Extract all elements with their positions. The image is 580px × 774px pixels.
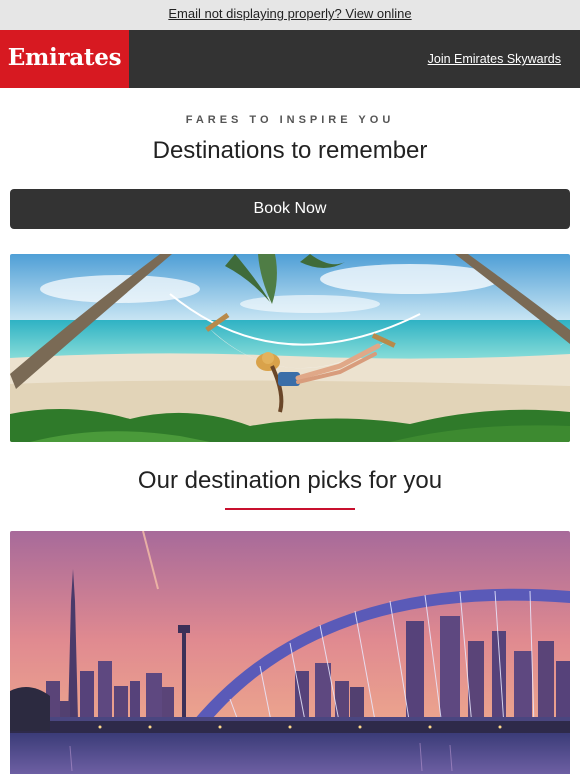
- header-bar: Emirates Join Emirates Skywards: [0, 30, 580, 88]
- page-title: Destinations to remember: [152, 137, 428, 164]
- view-online-link[interactable]: Email not displaying properly? View onli…: [168, 6, 411, 21]
- beach-hammock-image[interactable]: [10, 254, 570, 442]
- join-skywards-link[interactable]: Join Emirates Skywards: [428, 30, 561, 88]
- preheader-bar: Email not displaying properly? View onli…: [0, 0, 580, 30]
- book-now-button[interactable]: Book Now: [10, 189, 570, 229]
- destination-picks-title: Our destination picks for you: [137, 467, 443, 494]
- dubai-skyline-image[interactable]: [10, 531, 570, 774]
- section-divider: [225, 508, 355, 510]
- emirates-logo[interactable]: Emirates: [0, 30, 129, 88]
- section-kicker: FARES TO INSPIRE YOU: [185, 114, 395, 126]
